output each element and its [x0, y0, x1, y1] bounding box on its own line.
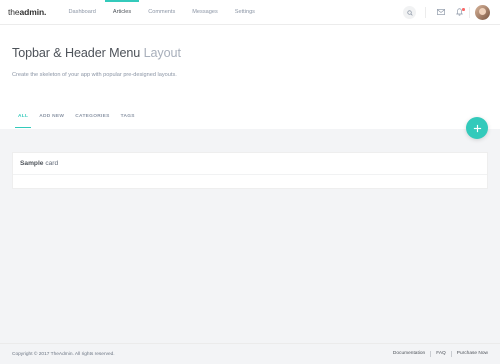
tab-tags[interactable]: TAGS — [121, 105, 135, 128]
footer-link-faq[interactable]: FAQ — [436, 351, 446, 357]
page-header: Topbar & Header Menu Layout Create the s… — [0, 25, 500, 129]
card-title: Sample card — [20, 160, 58, 167]
tab-categories[interactable]: CATEGORIES — [75, 105, 109, 128]
card-divider — [13, 174, 487, 175]
topbar-divider — [469, 7, 470, 18]
topbar-nav: Dashboard Articles Comments Messages Set… — [60, 0, 263, 25]
notification-dot — [462, 8, 465, 11]
nav-item-dashboard[interactable]: Dashboard — [60, 0, 104, 25]
tab-add-new[interactable]: ADD NEW — [39, 105, 64, 128]
topbar: theadmin. Dashboard Articles Comments Me… — [0, 0, 500, 25]
search-icon — [406, 9, 413, 16]
messages-button[interactable] — [435, 6, 447, 18]
footer-link-divider — [450, 351, 452, 357]
plus-icon — [473, 124, 481, 132]
brand-suffix: admin. — [19, 7, 47, 17]
footer-link-divider — [430, 351, 432, 357]
card-title-strong: Sample — [20, 160, 44, 167]
footer-link-documentation[interactable]: Documentation — [393, 351, 425, 357]
search-button[interactable] — [403, 6, 416, 19]
card-title-light: card — [45, 160, 59, 167]
footer-copyright: Copyright © 2017 TheAdmin. All rights re… — [12, 352, 115, 357]
nav-item-settings[interactable]: Settings — [226, 0, 263, 25]
brand-prefix: the — [8, 7, 20, 17]
header-tabs: ALL ADD NEW CATEGORIES TAGS — [12, 105, 146, 128]
footer: Copyright © 2017 TheAdmin. All rights re… — [0, 343, 500, 364]
page-title-light: Layout — [143, 46, 181, 60]
footer-link-purchase[interactable]: Purchase Now — [457, 351, 488, 357]
brand-logo[interactable]: theadmin. — [8, 7, 46, 17]
page-title: Topbar & Header Menu Layout — [12, 46, 181, 60]
footer-links: Documentation FAQ Purchase Now — [393, 351, 488, 357]
nav-item-comments[interactable]: Comments — [140, 0, 184, 25]
page-subtitle: Create the skeleton of your app with pop… — [12, 72, 177, 78]
nav-item-messages[interactable]: Messages — [184, 0, 227, 25]
envelope-icon — [437, 9, 445, 15]
user-avatar[interactable] — [475, 5, 490, 20]
add-fab-button[interactable] — [466, 117, 488, 139]
nav-item-articles[interactable]: Articles — [104, 0, 140, 25]
tab-all[interactable]: ALL — [14, 105, 32, 128]
sample-card: Sample card — [12, 152, 488, 189]
page-title-main: Topbar & Header Menu — [12, 46, 141, 60]
topbar-divider — [425, 7, 426, 18]
